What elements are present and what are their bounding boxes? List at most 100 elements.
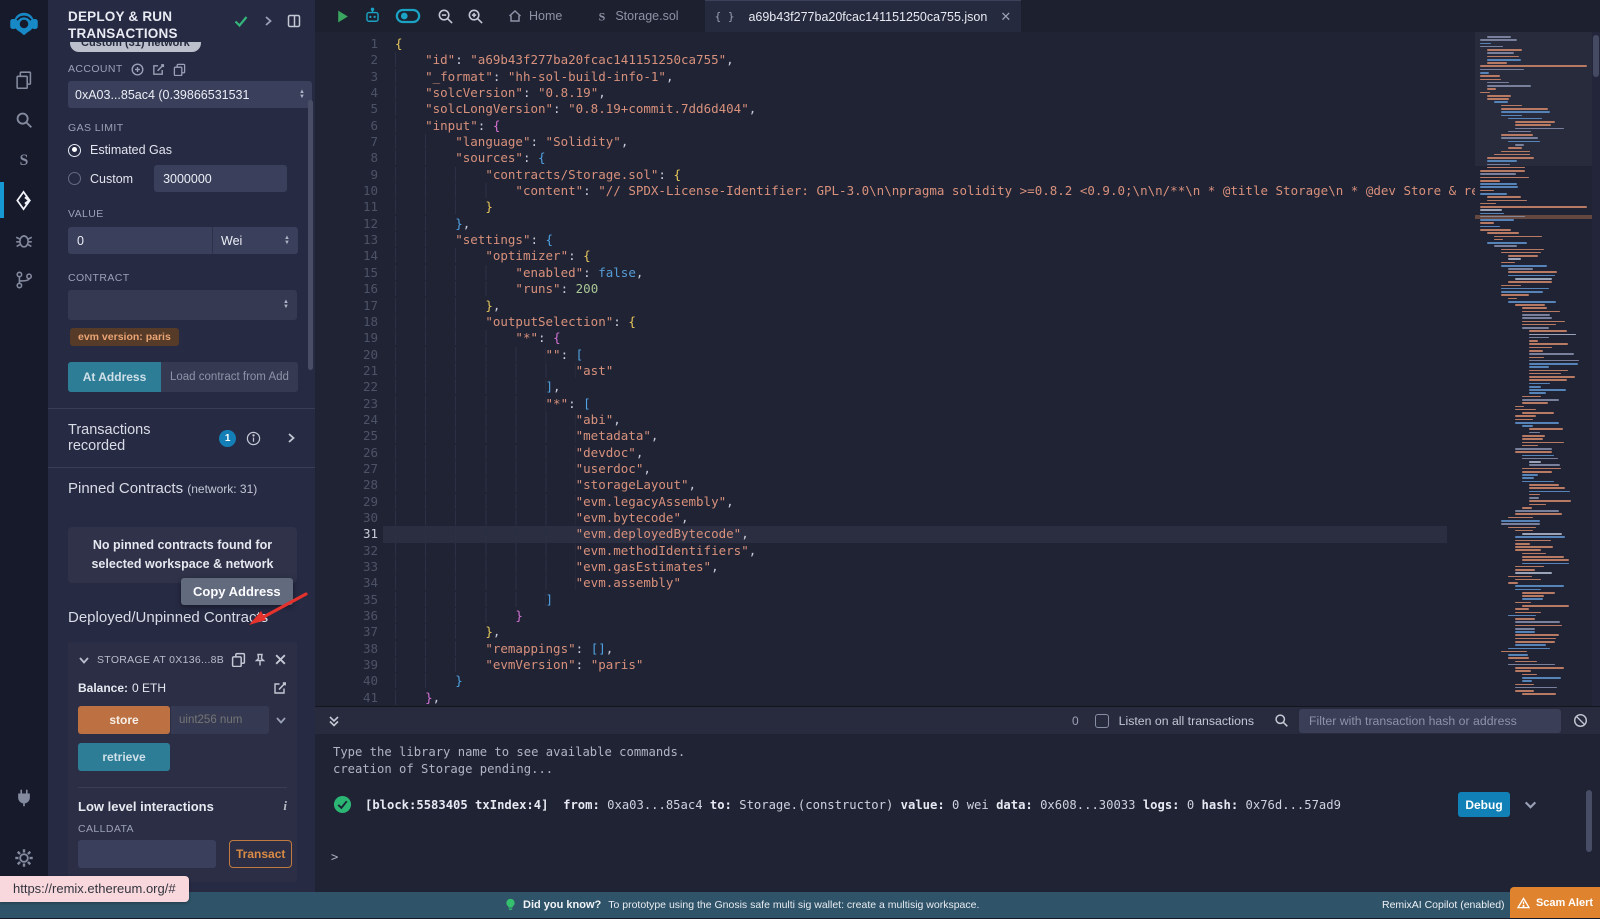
code-line[interactable]: "evm.methodIdentifiers", — [395, 543, 1447, 559]
code-line[interactable]: "devdoc", — [395, 445, 1447, 461]
edit-account-icon[interactable] — [152, 63, 165, 76]
code-line[interactable]: "userdoc", — [395, 461, 1447, 477]
code-line[interactable]: "sources": { — [395, 150, 1447, 166]
copy-account-icon[interactable] — [173, 63, 186, 76]
code-line[interactable]: ] — [395, 592, 1447, 608]
code-line[interactable]: "contracts/Storage.sol": { — [395, 167, 1447, 183]
code-line[interactable]: "solcVersion": "0.8.19", — [395, 85, 1447, 101]
code-line[interactable]: ], — [395, 379, 1447, 395]
collapse-chevron-icon[interactable] — [78, 654, 90, 666]
calldata-input[interactable] — [78, 840, 216, 868]
minimap[interactable] — [1475, 32, 1592, 706]
expand-transactions-icon[interactable] — [285, 432, 297, 444]
zoom-in-icon[interactable] — [467, 8, 484, 25]
code-line[interactable]: "evm.deployedBytecode", — [395, 526, 1447, 542]
edit-balance-icon[interactable] — [273, 681, 287, 695]
code-line[interactable]: "*": [ — [395, 396, 1447, 412]
pin-panel-icon[interactable] — [287, 14, 301, 28]
value-unit-select[interactable]: Wei ▲▼ — [212, 227, 298, 254]
code-line[interactable]: } — [395, 608, 1447, 624]
clear-console-icon[interactable] — [1573, 713, 1588, 728]
at-address-input[interactable] — [161, 362, 298, 392]
git-icon[interactable] — [0, 260, 48, 300]
ai-copilot-toggle-icon[interactable] — [395, 7, 421, 25]
settings-gear-icon[interactable] — [0, 838, 48, 878]
code-line[interactable]: "evm.legacyAssembly", — [395, 494, 1447, 510]
code-line[interactable]: }, — [395, 624, 1447, 640]
close-tab-icon[interactable]: ✕ — [1000, 9, 1011, 25]
store-arg-input[interactable] — [171, 706, 269, 734]
editor-scrollbar-track[interactable] — [1592, 32, 1600, 706]
value-input[interactable] — [68, 227, 212, 254]
copy-address-icon[interactable] — [231, 652, 246, 667]
copilot-status[interactable]: RemixAI Copilot (enabled) — [1382, 892, 1505, 918]
code-line[interactable]: "input": { — [395, 118, 1447, 134]
code-line[interactable]: "storageLayout", — [395, 477, 1447, 493]
store-button[interactable]: store — [78, 706, 170, 734]
listen-checkbox[interactable] — [1095, 714, 1109, 728]
expand-terminal-icon[interactable] — [327, 714, 341, 728]
custom-gas-input[interactable] — [154, 165, 287, 192]
transact-button[interactable]: Transact — [229, 840, 292, 868]
pin-contract-icon[interactable] — [253, 653, 267, 667]
code-line[interactable]: "optimizer": { — [395, 248, 1447, 264]
code-line[interactable]: "remappings": [], — [395, 641, 1447, 657]
deploy-and-run-icon[interactable] — [0, 180, 48, 220]
tab-home[interactable]: Home — [498, 0, 572, 32]
add-account-icon[interactable] — [131, 63, 144, 76]
expand-args-chevron-icon[interactable] — [275, 714, 287, 726]
code-line[interactable]: "evm.bytecode", — [395, 510, 1447, 526]
contract-select[interactable]: ▲▼ — [68, 290, 297, 320]
code-line[interactable]: "ast" — [395, 363, 1447, 379]
code-line[interactable]: "language": "Solidity", — [395, 134, 1447, 150]
code-editor[interactable]: 1234567891011121314151617181920212223242… — [315, 32, 1600, 706]
editor-scrollbar-thumb[interactable] — [1593, 35, 1599, 77]
code-line[interactable]: { — [395, 36, 1447, 52]
custom-gas-radio[interactable] — [68, 172, 81, 185]
plugin-manager-icon[interactable] — [0, 778, 48, 818]
panel-scrollbar[interactable] — [308, 100, 313, 370]
code-line[interactable]: } — [395, 199, 1447, 215]
code-line[interactable]: "abi", — [395, 412, 1447, 428]
code-line[interactable]: "metadata", — [395, 428, 1447, 444]
terminal-scrollbar[interactable] — [1586, 790, 1592, 852]
debugger-icon[interactable] — [0, 220, 48, 260]
code-line[interactable]: "outputSelection": { — [395, 314, 1447, 330]
code-line[interactable]: "solcLongVersion": "0.8.19+commit.7dd6d4… — [395, 101, 1447, 117]
terminal[interactable]: Type the library name to see available c… — [315, 734, 1600, 892]
info-icon[interactable] — [246, 431, 261, 446]
remix-logo-icon[interactable] — [0, 0, 48, 48]
code-line[interactable]: "_format": "hh-sol-build-info-1", — [395, 69, 1447, 85]
search-icon[interactable] — [0, 100, 48, 140]
code-area[interactable]: { "id": "a69b43f277ba20fcac141151250ca75… — [395, 36, 1447, 706]
code-line[interactable]: "evm.assembly" — [395, 575, 1447, 591]
contract-instance-name[interactable]: STORAGE AT 0X136...8B78 — [97, 654, 224, 666]
expand-log-chevron-icon[interactable] — [1523, 797, 1538, 812]
panel-chevron-right-icon[interactable] — [262, 15, 274, 27]
code-line[interactable]: "*": { — [395, 330, 1447, 346]
zoom-out-icon[interactable] — [437, 8, 454, 25]
account-select[interactable]: 0xA03...85ac4 (0.39866531531 ▲▼ — [68, 81, 312, 108]
code-line[interactable]: "": [ — [395, 347, 1447, 363]
code-line[interactable]: "settings": { — [395, 232, 1447, 248]
code-line[interactable]: "content": "// SPDX-License-Identifier: … — [395, 183, 1447, 199]
file-explorer-icon[interactable] — [0, 60, 48, 100]
estimated-gas-radio[interactable] — [68, 144, 81, 157]
code-line[interactable]: "evm.gasEstimates", — [395, 559, 1447, 575]
code-line[interactable]: "enabled": false, — [395, 265, 1447, 281]
solidity-compiler-icon[interactable]: S — [0, 140, 48, 180]
code-line[interactable]: "runs": 200 — [395, 281, 1447, 297]
code-line[interactable]: } — [395, 673, 1447, 689]
low-level-info-icon[interactable]: i — [283, 798, 287, 814]
code-line[interactable]: }, — [395, 298, 1447, 314]
ai-assistant-robot-icon[interactable] — [363, 7, 382, 26]
transaction-filter-input[interactable] — [1299, 709, 1561, 733]
close-contract-icon[interactable] — [274, 653, 287, 666]
scam-alert-button[interactable]: Scam Alert — [1510, 887, 1600, 918]
at-address-button[interactable]: At Address — [68, 362, 161, 392]
transaction-log-row[interactable]: [block:5583405 txIndex:4] from: 0xa03...… — [333, 792, 1538, 817]
terminal-prompt[interactable]: > — [331, 850, 338, 864]
tab-storage-sol[interactable]: S Storage.sol — [586, 0, 688, 32]
tab-build-info-json[interactable]: { } a69b43f277ba20fcac141151250ca755.jso… — [705, 0, 1022, 32]
run-script-icon[interactable] — [335, 9, 350, 24]
